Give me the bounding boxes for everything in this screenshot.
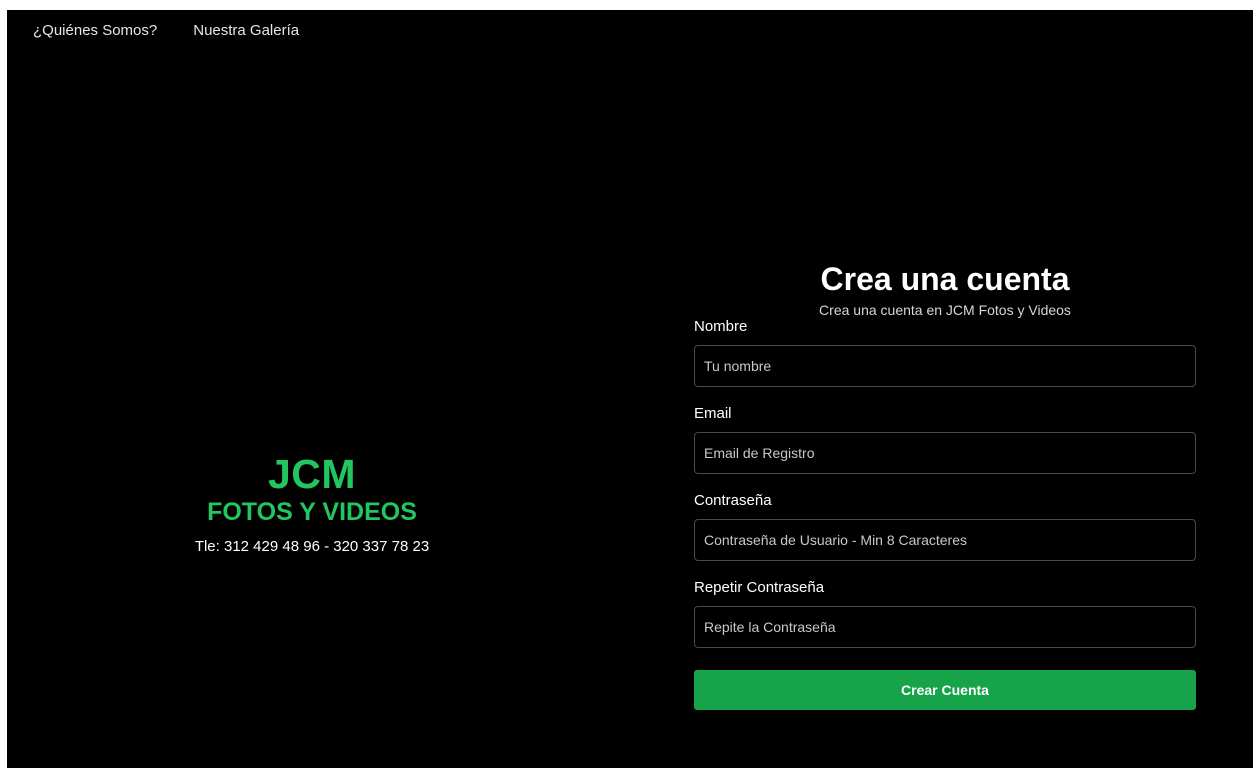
password-label: Contraseña: [694, 492, 772, 509]
email-input[interactable]: [694, 432, 1196, 474]
email-label: Email: [694, 405, 732, 422]
page-frame: ¿Quiénes Somos? Nuestra Galería JCM FOTO…: [7, 10, 1253, 768]
repeat-password-input[interactable]: [694, 606, 1196, 648]
brand-phone: Tle: 312 429 48 96 - 320 337 78 23: [194, 538, 430, 555]
nav-link-gallery[interactable]: Nuestra Galería: [193, 22, 299, 39]
brand-title: JCM: [267, 451, 357, 497]
field-repeat-password: Repetir Contraseña: [694, 579, 1196, 648]
top-nav: ¿Quiénes Somos? Nuestra Galería: [33, 22, 299, 39]
create-account-button[interactable]: Crear Cuenta: [694, 670, 1196, 710]
form-title: Crea una cuenta: [820, 261, 1070, 297]
brand-subtitle: FOTOS Y VIDEOS: [207, 498, 417, 526]
signup-form: Crea una cuenta Crea una cuenta en JCM F…: [694, 260, 1196, 710]
form-subtitle: Crea una cuenta en JCM Fotos y Videos: [819, 302, 1071, 318]
repeat-password-label: Repetir Contraseña: [694, 579, 825, 596]
brand-block: JCM FOTOS Y VIDEOS Tle: 312 429 48 96 - …: [147, 450, 477, 555]
field-email: Email: [694, 405, 1196, 474]
password-input[interactable]: [694, 519, 1196, 561]
field-name: Nombre: [694, 318, 1196, 387]
name-label: Nombre: [694, 318, 748, 335]
nav-link-about[interactable]: ¿Quiénes Somos?: [33, 22, 157, 39]
name-input[interactable]: [694, 345, 1196, 387]
form-heading: Crea una cuenta Crea una cuenta en JCM F…: [694, 260, 1196, 318]
field-password: Contraseña: [694, 492, 1196, 561]
